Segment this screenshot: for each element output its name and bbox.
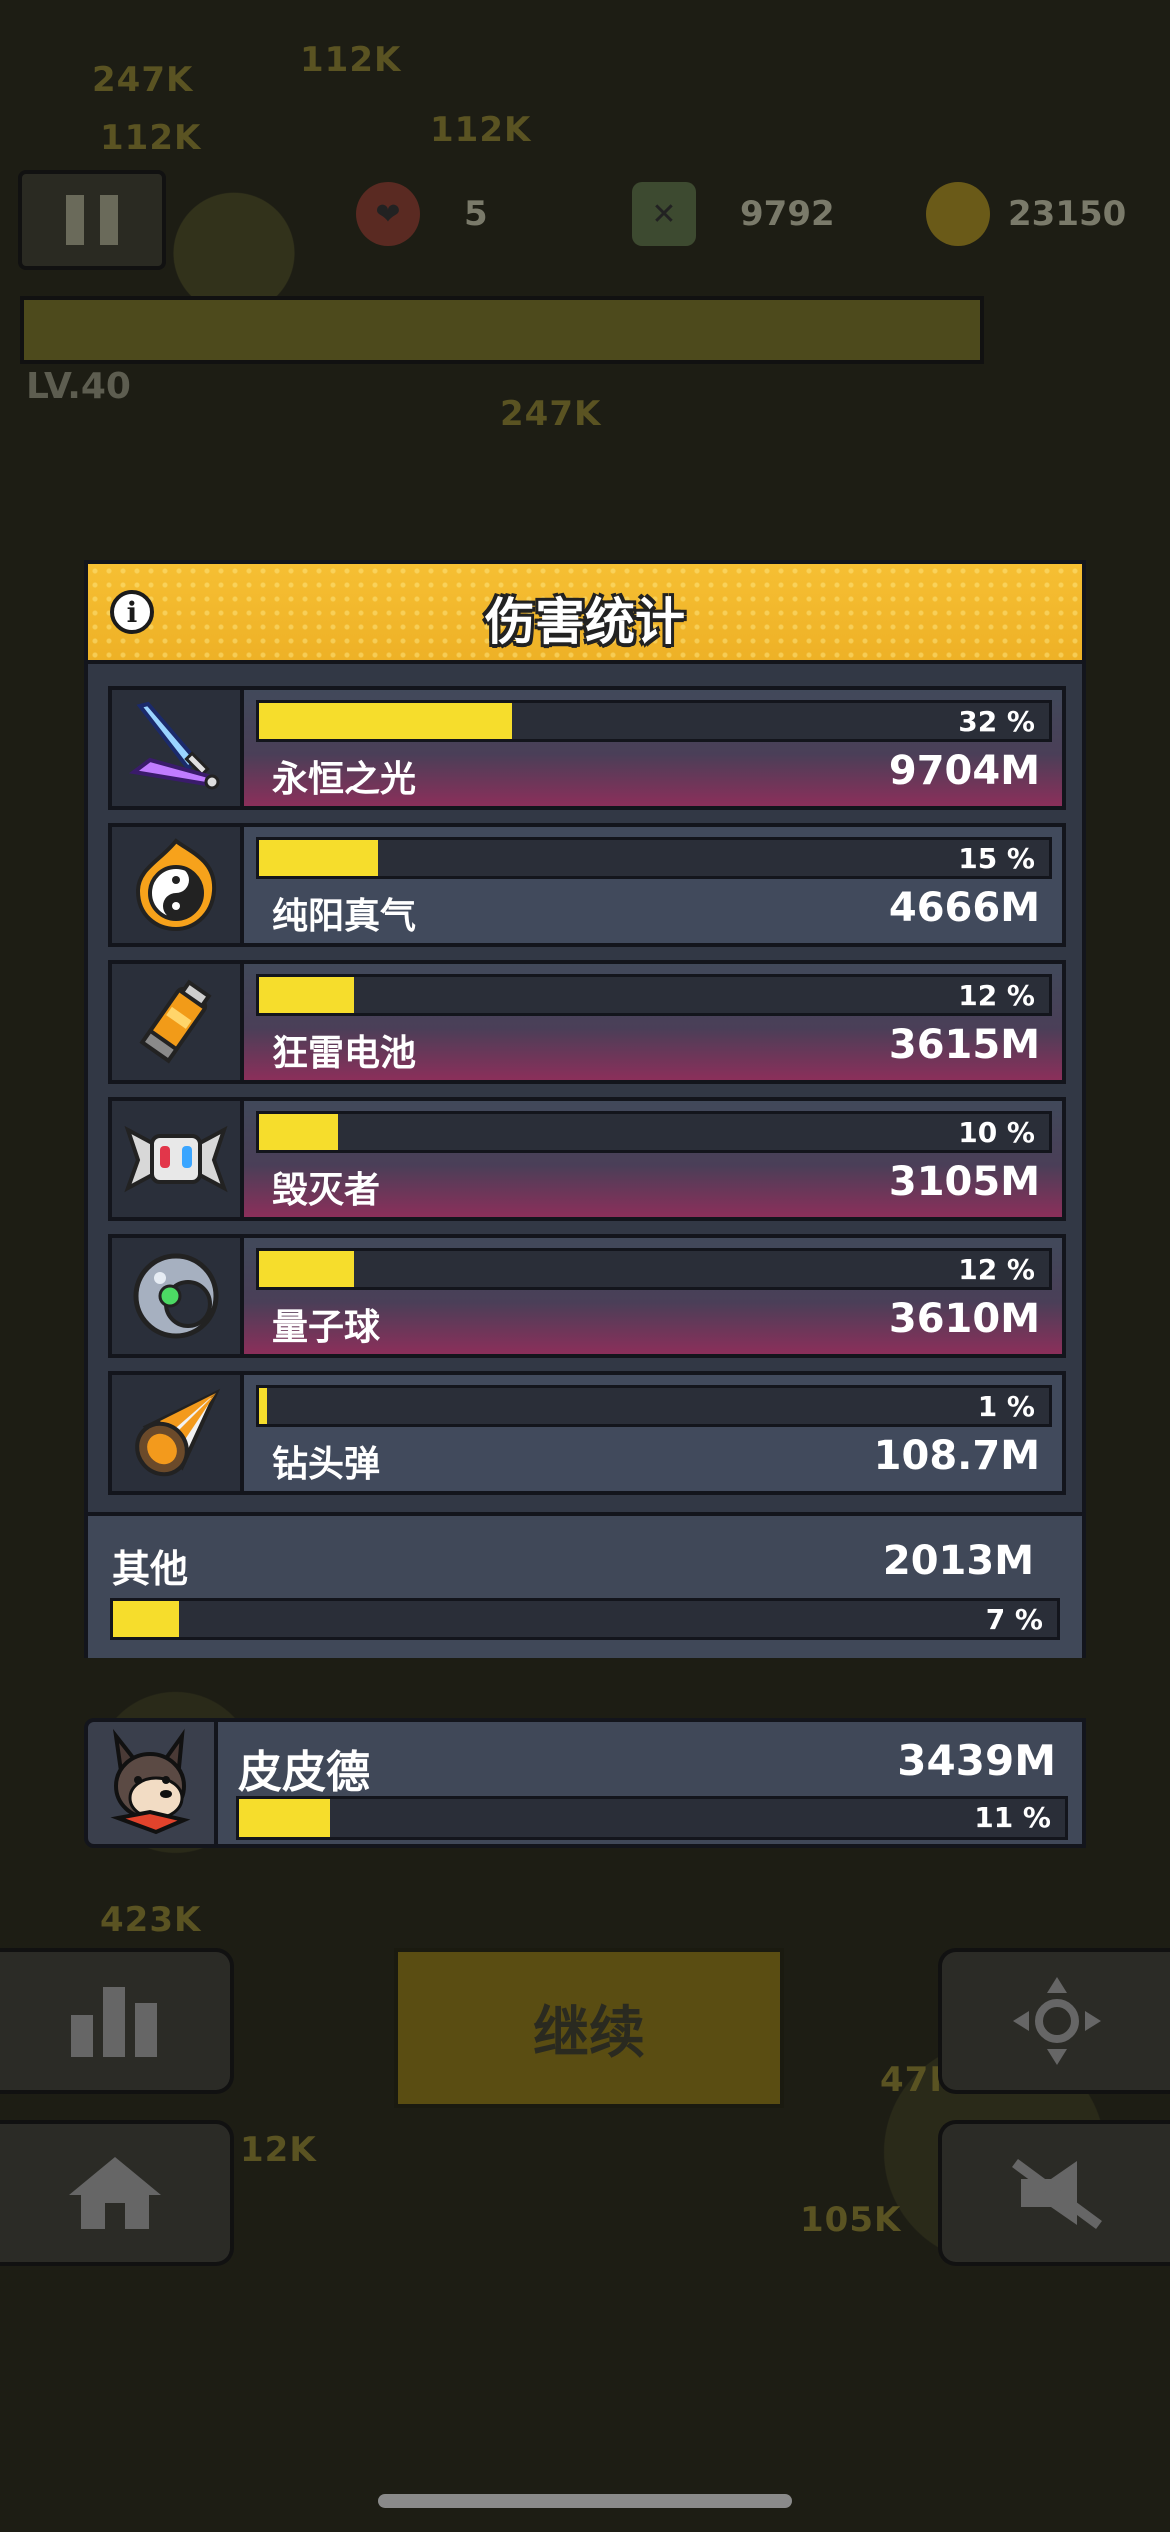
damage-floater: 423K [100, 1900, 202, 1940]
stats-button[interactable] [0, 1948, 234, 2094]
damage-floater: 247K [500, 394, 602, 434]
damage-share-fill [259, 1114, 338, 1150]
damage-value: 3610M [888, 1296, 1040, 1342]
pause-button[interactable] [18, 170, 166, 270]
damage-share-fill [259, 840, 378, 876]
kill-counter: ✕ 9792 [632, 180, 835, 248]
dual-sword-icon [108, 686, 244, 810]
dog-avatar-icon [84, 1718, 218, 1848]
skull-icon: ✕ [632, 182, 696, 246]
bar-chart-icon [71, 1987, 157, 2057]
damage-percent: 12 % [958, 1253, 1035, 1286]
weapon-name: 毁灭者 [272, 1170, 381, 1211]
pet-damage-row: 皮皮德 3439M 11 % [84, 1718, 1086, 1848]
damage-stats-panel: i 伤害统计 32 % 永恒之光 9704M 15 % 纯阳真气 4666M 1… [84, 560, 1086, 1658]
battery-icon [108, 960, 244, 1084]
level-label: LV.40 [26, 366, 131, 407]
damage-share-bar: 1 % [256, 1385, 1052, 1427]
mute-button[interactable] [938, 2120, 1170, 2266]
other-share-fill [113, 1601, 180, 1637]
damage-share-bar: 15 % [256, 837, 1052, 879]
weapon-name: 钻头弹 [272, 1444, 381, 1485]
damage-floater: 112K [430, 110, 532, 150]
pet-percent: 11 % [974, 1801, 1051, 1834]
coin-icon [926, 182, 990, 246]
panel-title: 伤害统计 [485, 593, 685, 651]
other-damage-section: 其他 2013M 7 % [88, 1512, 1082, 1658]
dpad-icon [1013, 1977, 1101, 2065]
weapon-row: 10 % 毁灭者 3105M [108, 1097, 1066, 1221]
experience-bar [20, 296, 984, 364]
weapon-row: 12 % 量子球 3610M [108, 1234, 1066, 1358]
weapon-name: 狂雷电池 [272, 1033, 417, 1074]
continue-button[interactable]: 继续 [394, 1948, 784, 2108]
drill-shell-icon [108, 1371, 244, 1495]
weapon-row: 12 % 狂雷电池 3615M [108, 960, 1066, 1084]
quantum-orb-icon [108, 1234, 244, 1358]
other-value: 2013M [882, 1538, 1034, 1584]
damage-floater: 247K [92, 60, 194, 100]
damage-floater: 105K [800, 2200, 902, 2240]
damage-share-bar: 32 % [256, 700, 1052, 742]
pet-damage-value: 3439M [897, 1736, 1056, 1785]
pet-share-bar: 11 % [236, 1796, 1068, 1840]
weapon-row: 32 % 永恒之光 9704M [108, 686, 1066, 810]
panel-header: i 伤害统计 [88, 564, 1082, 664]
home-icon [69, 2157, 161, 2229]
damage-value: 4666M [888, 885, 1040, 931]
weapon-name: 永恒之光 [272, 759, 417, 800]
weapon-damage-list: 32 % 永恒之光 9704M 15 % 纯阳真气 4666M 12 % 狂雷电… [108, 686, 1066, 1508]
robot-drone-icon [108, 1097, 244, 1221]
damage-share-fill [259, 1388, 267, 1424]
damage-share-fill [259, 1251, 354, 1287]
weapon-row: 1 % 钻头弹 108.7M [108, 1371, 1066, 1495]
damage-floater: 112K [300, 40, 402, 80]
heart-icon: ❤ [356, 182, 420, 246]
weapon-name: 纯阳真气 [272, 896, 417, 937]
mute-icon [1012, 2158, 1102, 2230]
other-label: 其他 [112, 1547, 189, 1591]
damage-percent: 15 % [958, 842, 1035, 875]
home-button[interactable] [0, 2120, 234, 2266]
damage-share-fill [259, 703, 512, 739]
damage-floater: 112K [100, 118, 202, 158]
yin-yang-flame-icon [108, 823, 244, 947]
other-percent: 7 % [985, 1603, 1043, 1636]
coin-counter: 23150 [926, 180, 1126, 248]
damage-percent: 12 % [958, 979, 1035, 1012]
damage-value: 3105M [888, 1159, 1040, 1205]
pause-icon [66, 195, 84, 245]
damage-percent: 32 % [958, 705, 1035, 738]
weapon-row: 15 % 纯阳真气 4666M [108, 823, 1066, 947]
joystick-button[interactable] [938, 1948, 1170, 2094]
damage-share-bar: 12 % [256, 974, 1052, 1016]
lives-counter: ❤ 5 [356, 180, 488, 248]
damage-value: 108.7M [873, 1433, 1040, 1479]
damage-floater: 12K [240, 2130, 317, 2170]
damage-share-fill [259, 977, 354, 1013]
damage-percent: 10 % [958, 1116, 1035, 1149]
damage-percent: 1 % [977, 1390, 1035, 1423]
home-indicator[interactable] [378, 2494, 792, 2508]
pet-name: 皮皮德 [238, 1747, 370, 1798]
pet-share-fill [239, 1799, 330, 1837]
damage-value: 3615M [888, 1022, 1040, 1068]
damage-share-bar: 10 % [256, 1111, 1052, 1153]
other-share-bar: 7 % [110, 1598, 1060, 1640]
damage-value: 9704M [888, 748, 1040, 794]
damage-share-bar: 12 % [256, 1248, 1052, 1290]
weapon-name: 量子球 [272, 1307, 381, 1348]
